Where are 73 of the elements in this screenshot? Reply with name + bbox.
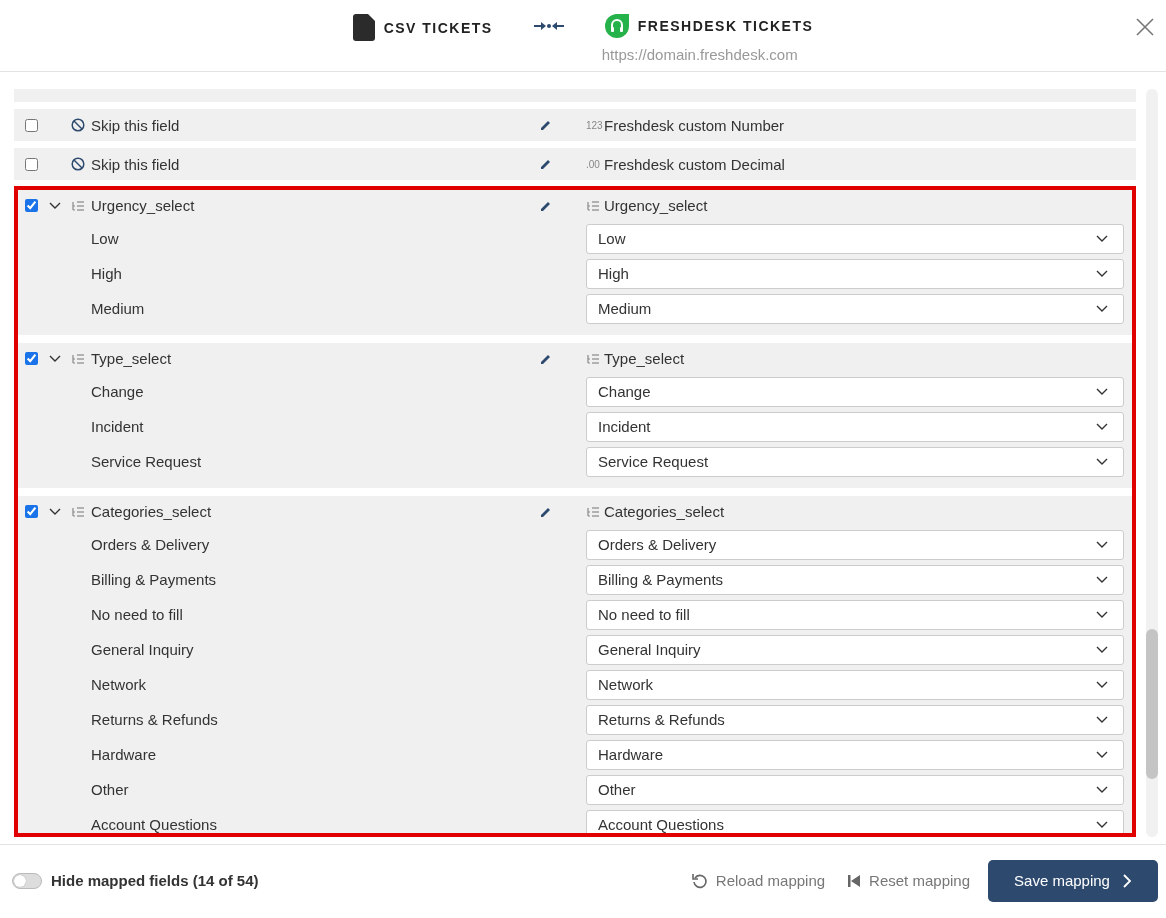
dropdown[interactable]: Returns & Refunds <box>586 704 1124 735</box>
checkbox[interactable] <box>25 157 38 171</box>
option-label: Change <box>91 383 144 400</box>
checkbox[interactable] <box>25 505 38 518</box>
edit-icon[interactable] <box>539 118 551 132</box>
option-label: Billing & Payments <box>91 571 217 588</box>
reset-button[interactable]: Reset mapping <box>843 868 974 893</box>
list-icon <box>71 504 85 519</box>
dropdown[interactable]: Account Questions <box>586 809 1124 833</box>
dropdown[interactable]: Billing & Payments <box>586 564 1124 595</box>
scrollbar-thumb[interactable] <box>1146 629 1158 779</box>
option-label: Network <box>91 676 146 693</box>
target-field-name: Categories_select <box>604 503 725 520</box>
dropdown[interactable]: Orders & Delivery <box>586 529 1124 560</box>
source-field-name: Skip this field <box>91 155 180 173</box>
option-label: No need to fill <box>91 606 183 623</box>
source-field-name: Skip this field <box>91 116 180 134</box>
option-label: Account Questions <box>91 816 217 833</box>
target-field-name: Type_select <box>604 350 685 367</box>
checkbox[interactable] <box>25 352 38 365</box>
file-icon <box>352 14 375 41</box>
close-button[interactable] <box>1134 16 1156 38</box>
close-icon <box>1136 18 1154 36</box>
ban-icon <box>71 157 85 171</box>
list-icon <box>71 198 85 213</box>
dropdown[interactable]: Low <box>586 223 1124 254</box>
option-label: Other <box>91 781 129 798</box>
target-url: https://domain.freshdesk.com <box>601 46 799 63</box>
list-icon <box>586 504 600 519</box>
option-label: Low <box>91 230 119 247</box>
toggle-switch[interactable] <box>12 872 42 889</box>
option-label: Hardware <box>91 746 157 763</box>
checkbox[interactable] <box>25 118 38 132</box>
reload-button[interactable]: Reload mapping <box>687 868 830 893</box>
toggle-label: Hide mapped fields (14 of 54) <box>51 872 259 889</box>
option-label: General Inquiry <box>91 641 194 658</box>
option-label: Returns & Refunds <box>91 711 218 728</box>
target-title: FRESHDESK TICKETS <box>637 18 814 34</box>
dropdown[interactable]: General Inquiry <box>586 634 1124 665</box>
headset-icon <box>604 14 629 38</box>
option-label: High <box>91 265 122 282</box>
dropdown[interactable]: Hardware <box>586 739 1124 770</box>
target-field-name: Freshdesk custom Decimal <box>604 155 785 173</box>
dropdown[interactable]: Network <box>586 669 1124 700</box>
source-field-name: Categories_select <box>91 503 212 520</box>
checkbox[interactable] <box>25 199 38 212</box>
edit-icon[interactable] <box>539 157 551 171</box>
dropdown[interactable]: No need to fill <box>586 599 1124 630</box>
type-label: .00 <box>586 158 601 170</box>
dropdown[interactable]: Change <box>586 376 1124 407</box>
source-field-name: Type_select <box>91 350 172 367</box>
dropdown[interactable]: Medium <box>586 293 1124 324</box>
target-field-name: Urgency_select <box>604 197 708 214</box>
dropdown[interactable]: High <box>586 258 1124 289</box>
dropdown[interactable]: Incident <box>586 411 1124 442</box>
option-label: Orders & Delivery <box>91 536 210 553</box>
source-field-name: Urgency_select <box>91 197 195 214</box>
dropdown[interactable]: Other <box>586 774 1124 805</box>
source-title: CSV TICKETS <box>383 19 493 36</box>
list-icon <box>586 198 600 213</box>
option-label: Incident <box>91 418 144 435</box>
option-label: Service Request <box>91 453 202 470</box>
target-field-name: Freshdesk custom Number <box>604 116 785 134</box>
ban-icon <box>71 118 85 132</box>
list-icon <box>586 351 600 366</box>
dropdown[interactable]: Service Request <box>586 446 1124 477</box>
skip-back-icon <box>847 873 862 888</box>
type-label: 123 <box>586 119 601 131</box>
save-button[interactable]: Save mapping <box>988 859 1158 902</box>
list-icon <box>71 351 85 366</box>
reload-icon <box>691 872 708 889</box>
option-label: Medium <box>91 300 145 317</box>
chevron-right-icon <box>1121 873 1132 888</box>
